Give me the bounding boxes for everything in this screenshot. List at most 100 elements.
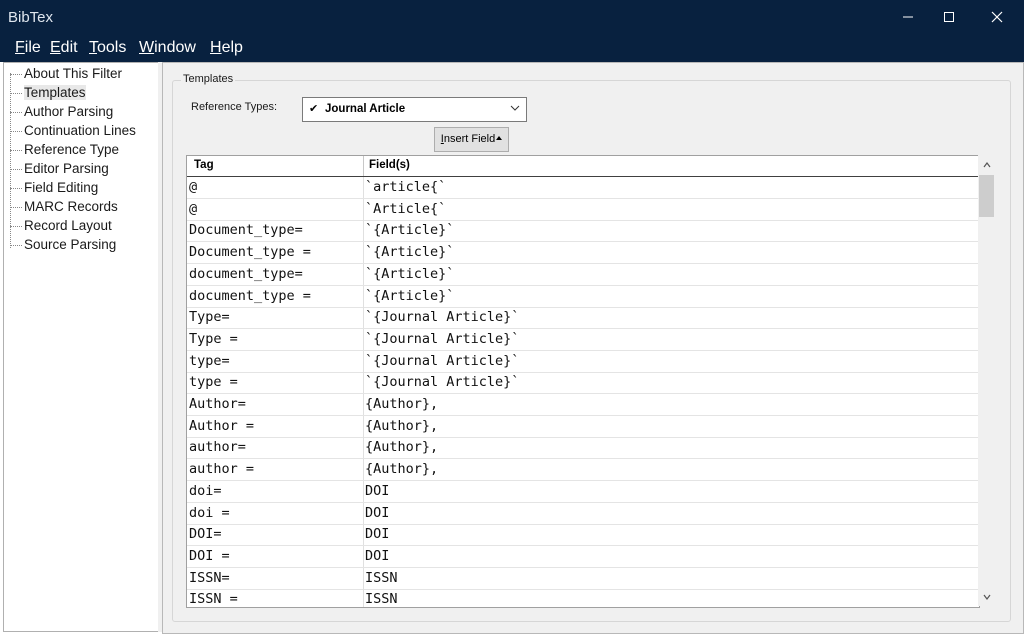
tag-cell[interactable]: author = <box>189 461 254 477</box>
column-divider <box>363 177 364 198</box>
fields-cell[interactable]: DOI <box>365 483 389 499</box>
table-row[interactable]: type= `{Journal Article}` <box>187 350 979 373</box>
fields-cell[interactable]: `{Journal Article}` <box>365 374 519 390</box>
close-button[interactable] <box>974 0 1020 34</box>
fields-cell[interactable]: {Author}, <box>365 396 438 412</box>
table-row[interactable]: doi = DOI <box>187 502 979 525</box>
tag-cell[interactable]: @ <box>189 201 197 217</box>
fields-cell[interactable]: `{Journal Article}` <box>365 309 519 325</box>
column-divider <box>363 394 364 415</box>
tag-cell[interactable]: DOI= <box>189 526 222 542</box>
templates-table[interactable]: Tag Field(s) @ `article{` @ `Article{` Docum… <box>186 155 980 608</box>
sidebar-item-author-parsing[interactable]: Author Parsing <box>24 104 113 119</box>
window-title: BibTex <box>8 9 54 26</box>
tag-cell[interactable]: ISSN = <box>189 591 238 607</box>
column-divider <box>363 307 364 329</box>
header-tag[interactable]: Tag <box>194 159 214 171</box>
sidebar-item-about-this-filter[interactable]: About This Filter <box>24 66 122 81</box>
tag-cell[interactable]: doi= <box>189 483 222 499</box>
column-divider <box>363 545 364 567</box>
table-row[interactable]: @ `Article{` <box>187 198 979 221</box>
fields-cell[interactable]: `{Article}` <box>365 222 454 238</box>
sidebar-item-field-editing[interactable]: Field Editing <box>24 180 98 195</box>
table-row[interactable]: Type = `{Journal Article}` <box>187 328 979 351</box>
table-row[interactable]: type = `{Journal Article}` <box>187 372 979 395</box>
sidebar-item-continuation-lines[interactable]: Continuation Lines <box>24 123 136 138</box>
fields-cell[interactable]: DOI <box>365 548 389 564</box>
tag-cell[interactable]: Document_type= <box>189 222 303 238</box>
column-divider <box>363 220 364 242</box>
fields-cell[interactable]: DOI <box>365 526 389 542</box>
tree-branch <box>10 74 22 76</box>
fields-cell[interactable]: `{Article}` <box>365 288 454 304</box>
sidebar-tree: About This Filter Templates Author Parsi… <box>3 62 159 632</box>
tag-cell[interactable]: Author = <box>189 418 254 434</box>
insert-field-button[interactable]: Insert Field <box>434 127 509 152</box>
column-divider <box>363 437 364 459</box>
fields-cell[interactable]: {Author}, <box>365 461 438 477</box>
table-row[interactable]: @ `article{` <box>187 177 979 199</box>
table-row[interactable]: ISSN = ISSN <box>187 589 979 607</box>
header-fields[interactable]: Field(s) <box>369 159 410 171</box>
scroll-down-arrow[interactable] <box>981 591 992 602</box>
maximize-button[interactable] <box>926 0 972 34</box>
tag-cell[interactable]: Type = <box>189 331 238 347</box>
table-row[interactable]: author= {Author}, <box>187 437 979 460</box>
reference-type-select[interactable]: ✔ Journal Article <box>302 97 527 122</box>
table-row[interactable]: Author= {Author}, <box>187 394 979 416</box>
sidebar-item-source-parsing[interactable]: Source Parsing <box>24 237 116 252</box>
fields-cell[interactable]: {Author}, <box>365 418 438 434</box>
fields-cell[interactable]: ISSN <box>365 591 398 607</box>
tag-cell[interactable]: Type= <box>189 309 230 325</box>
tree-branch <box>10 207 22 209</box>
sidebar-item-editor-parsing[interactable]: Editor Parsing <box>24 161 109 176</box>
menu-file[interactable]: File <box>15 39 41 57</box>
scroll-thumb[interactable] <box>979 175 994 217</box>
column-divider <box>363 567 364 589</box>
table-row[interactable]: doi= DOI <box>187 480 979 503</box>
table-row[interactable]: Author = {Author}, <box>187 415 979 438</box>
sidebar-item-reference-type[interactable]: Reference Type <box>24 142 119 157</box>
tag-cell[interactable]: Document_type = <box>189 244 311 260</box>
tag-cell[interactable]: type = <box>189 374 238 390</box>
tag-cell[interactable]: doi = <box>189 505 230 521</box>
header-divider[interactable] <box>363 156 364 176</box>
minimize-button[interactable] <box>885 0 931 34</box>
menu-window[interactable]: Window <box>139 39 196 57</box>
fields-cell[interactable]: {Author}, <box>365 439 438 455</box>
table-row[interactable]: document_type= `{Article}` <box>187 263 979 286</box>
tag-cell[interactable]: Author= <box>189 396 246 412</box>
tag-cell[interactable]: type= <box>189 353 230 369</box>
fields-cell[interactable]: `{Article}` <box>365 244 454 260</box>
fields-cell[interactable]: `{Article}` <box>365 266 454 282</box>
sidebar-item-marc-records[interactable]: MARC Records <box>24 199 118 214</box>
table-row[interactable]: document_type = `{Article}` <box>187 285 979 308</box>
tag-cell[interactable]: ISSN= <box>189 570 230 586</box>
tag-cell[interactable]: DOI = <box>189 548 230 564</box>
fields-cell[interactable]: ISSN <box>365 570 398 586</box>
menu-tools[interactable]: Tools <box>89 39 126 57</box>
tag-cell[interactable]: @ <box>189 179 197 195</box>
vertical-scrollbar[interactable] <box>978 155 995 606</box>
table-row[interactable]: Document_type = `{Article}` <box>187 242 979 265</box>
fields-cell[interactable]: `{Journal Article}` <box>365 353 519 369</box>
menu-help[interactable]: Help <box>210 39 243 57</box>
fields-cell[interactable]: `{Journal Article}` <box>365 331 519 347</box>
tag-cell[interactable]: document_type= <box>189 266 303 282</box>
scroll-up-arrow[interactable] <box>981 159 992 170</box>
tag-cell[interactable]: author= <box>189 439 246 455</box>
sidebar-item-templates[interactable]: Templates <box>24 85 86 100</box>
table-row[interactable]: DOI = DOI <box>187 545 979 568</box>
menu-edit[interactable]: Edit <box>50 39 78 57</box>
table-row[interactable]: Type= `{Journal Article}` <box>187 307 979 330</box>
fields-cell[interactable]: `Article{` <box>365 201 446 217</box>
table-row[interactable]: ISSN= ISSN <box>187 567 979 590</box>
table-row[interactable]: Document_type= `{Article}` <box>187 220 979 243</box>
sidebar-item-record-layout[interactable]: Record Layout <box>24 218 112 233</box>
fields-cell[interactable]: DOI <box>365 505 389 521</box>
table-row[interactable]: DOI= DOI <box>187 524 979 547</box>
fields-cell[interactable]: `article{` <box>365 179 446 195</box>
tag-cell[interactable]: document_type = <box>189 288 311 304</box>
tree-branch <box>10 245 22 247</box>
table-row[interactable]: author = {Author}, <box>187 459 979 482</box>
